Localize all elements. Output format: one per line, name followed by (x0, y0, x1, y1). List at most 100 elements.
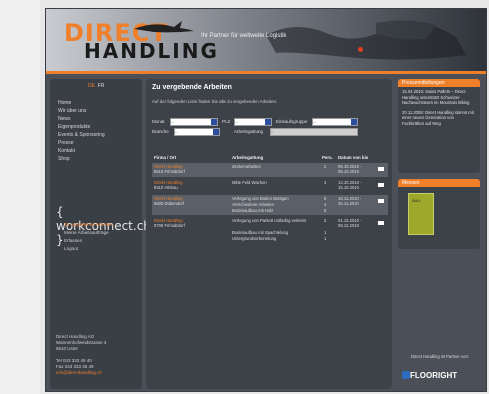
chevron-down-icon (213, 129, 219, 135)
col-header-pers: Pers. (322, 155, 333, 160)
mail-icon[interactable] (378, 199, 384, 203)
nav-item-news[interactable]: News (58, 115, 105, 123)
cell-arbeit: Untergrundvorbereitung (232, 236, 277, 241)
page: DIRECT HANDLING Ihr Partner für weltweit… (0, 0, 489, 394)
press-item-link[interactable]: 15.04.2010: Swiss Pallets – Direct Handl… (398, 87, 480, 108)
chevron-down-icon (211, 119, 217, 125)
cell-pers: 1 (324, 230, 327, 235)
floorright-logo[interactable]: FLOORIGHT (410, 371, 457, 380)
workconnect-subnav: Zu vergebende Arbeiten Meine Arbeitsauft… (64, 221, 113, 253)
filter-label-arbeit: Arbeitsgattung (234, 129, 264, 134)
lang-fr-link[interactable]: FR (98, 83, 105, 89)
select-value: -- (175, 129, 178, 134)
logo-handling[interactable]: HANDLING (84, 39, 219, 63)
header-banner: DIRECT HANDLING Ihr Partner für weltweit… (46, 9, 486, 71)
cell-datum: 15.10.2010 (338, 185, 359, 190)
cell-datum: 26.11.2010 (338, 201, 359, 206)
cell-pers: 4 (324, 202, 327, 207)
filter-label-plz: PLZ (222, 119, 231, 124)
left-stripe (0, 0, 40, 394)
subnav-item-create[interactable]: Erfassen (64, 237, 113, 245)
mail-icon[interactable] (378, 167, 384, 171)
cell-ort: 8600 Dübendorf (154, 201, 185, 206)
language-switch: DE FR (88, 83, 104, 89)
cell-datum: 06.10.2010 (338, 169, 359, 174)
nav-item-press[interactable]: Presse (58, 139, 105, 147)
messe-label: BAU (412, 198, 421, 203)
cell-arbeit: Mitte Feld Wachen (232, 180, 267, 185)
branche-select[interactable]: -- (174, 128, 220, 136)
subnav-item-my-jobs[interactable]: Meine Arbeitsaufträge (64, 229, 113, 237)
lang-de-link[interactable]: DE (88, 83, 95, 89)
filter-label-monat: Monat (152, 119, 165, 124)
cell-arbeit: Verlegung von Boden Belägen (232, 196, 289, 201)
cell-arbeit: Bodenaufbau mit Holz (232, 208, 274, 213)
messe-box: Messen BAU (398, 179, 480, 249)
chevron-down-icon (351, 119, 357, 125)
cell-arbeit: Verlegung von Parkett mitfarbig verleimt (232, 218, 307, 223)
nav-item-contact[interactable]: Kontakt (58, 147, 105, 155)
nav-item-events[interactable]: Events & Sponsoring (58, 131, 105, 139)
nav-item-shop[interactable]: Shop (58, 155, 105, 163)
cell-ort: 8706 Fehraltdorf (154, 223, 185, 228)
website-frame: DIRECT HANDLING Ihr Partner für weltweit… (45, 8, 487, 392)
table-row[interactable]: Direkt Handling 8600 Dübendorf Verlegung… (152, 195, 388, 215)
company-address: Direct Handling AG Wannenhofweidstrasse … (56, 334, 106, 376)
main-nav: Home Wir über uns News Eigenprodukte Eve… (58, 99, 105, 163)
cell-pers: 2 (324, 218, 327, 223)
address-email-link[interactable]: info@directhandling.ch (56, 370, 106, 376)
header-accent-bar (46, 71, 486, 74)
floorright-icon (402, 371, 410, 379)
nav-item-home[interactable]: Home (58, 99, 105, 107)
messe-banner[interactable]: BAU (408, 193, 434, 235)
mail-icon[interactable] (378, 221, 384, 225)
cell-pers: 3 (324, 180, 327, 185)
einkauf-select[interactable]: -- (312, 118, 358, 126)
header-tagline: Ihr Partner für weltweite Logistik (201, 33, 287, 39)
chevron-down-icon (265, 119, 271, 125)
shark-icon (134, 21, 194, 33)
col-header-datum: Datum von bis (338, 155, 369, 160)
main-content: Zu vergebende Arbeiten Auf der folgenden… (146, 79, 392, 389)
cell-datum: 08.12.2010 (338, 223, 359, 228)
cell-pers: 6 (324, 196, 327, 201)
monat-select[interactable]: -- (170, 118, 218, 126)
select-value: -- (171, 119, 174, 124)
nav-item-about[interactable]: Wir über uns (58, 107, 105, 115)
filter-label-einkauf: Einkaufsgruppe (276, 119, 308, 124)
filter-label-branche: Branche (152, 129, 169, 134)
nav-item-products[interactable]: Eigenprodukte (58, 123, 105, 131)
subnav-item-open-jobs[interactable]: Zu vergebende Arbeiten (64, 221, 113, 229)
cell-arbeit: Bodenaufbau mit Spachtelung (232, 230, 289, 235)
page-title: Zu vergebende Arbeiten (152, 84, 232, 91)
cell-arbeit: Verschiedene Arbeiten (232, 202, 274, 207)
world-map-graphic (266, 20, 466, 60)
select-value: -- (235, 119, 238, 124)
select-value: -- (313, 119, 316, 124)
partner-text: Direct Handling ist Partner von: (411, 354, 469, 359)
intro-text: Auf der folgenden Liste finden Sie alle … (152, 99, 278, 104)
press-item-link[interactable]: 20.11.2008: Direct Handling stimmt mit e… (398, 108, 480, 129)
subnav-item-logout[interactable]: Logout (64, 245, 113, 253)
messe-title: Messen (398, 179, 480, 187)
cell-pers: 6 (324, 208, 327, 213)
press-box: Pressemitteilungen 15.04.2010: Swiss Pal… (398, 79, 480, 173)
table-row[interactable]: Direkt Handling 8310 Hittnau Mitte Feld … (152, 179, 388, 193)
location-dot (358, 47, 363, 52)
col-header-arbeit: Arbeitsgattung (232, 155, 264, 160)
cell-pers: 2 (324, 164, 327, 169)
plz-select[interactable]: -- (234, 118, 272, 126)
col-header-firma: Firma / Ort (154, 155, 177, 160)
table-row[interactable]: Direkt Handling 8610 Fehraltdorf Zeckena… (152, 163, 388, 177)
select-value: -- (271, 129, 274, 134)
press-title: Pressemitteilungen (398, 79, 480, 87)
arbeit-select[interactable]: -- (270, 128, 358, 136)
left-sidebar: DE FR Home Wir über uns News Eigenproduk… (50, 79, 151, 389)
table-row[interactable]: Direkt Handling 8706 Fehraltdorf Verlegu… (152, 217, 388, 243)
right-sidebar: Pressemitteilungen 15.04.2010: Swiss Pal… (398, 79, 480, 389)
mail-icon[interactable] (378, 183, 384, 187)
cell-ort: 8310 Hittnau (154, 185, 178, 190)
cell-pers: 1 (324, 236, 327, 241)
cell-ort: 8610 Fehraltdorf (154, 169, 185, 174)
cell-arbeit: Zeckenarbeiten (232, 164, 261, 169)
